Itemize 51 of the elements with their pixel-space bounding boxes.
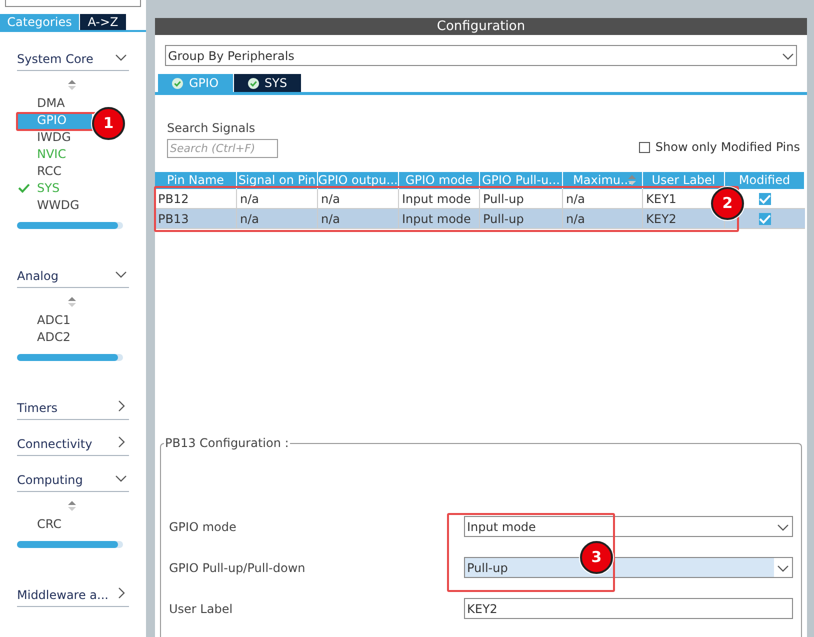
peripheral-item[interactable]: IWDG [17,129,92,146]
peripheral-item[interactable]: CRC [17,516,92,533]
category-header[interactable]: System Core [17,50,129,71]
peripheral-item[interactable]: RCC [17,163,92,180]
peripheral-item[interactable]: ADC2 [17,329,92,346]
panel-title: Configuration [155,18,807,35]
category-header[interactable]: Computing [17,471,129,492]
category-header[interactable]: Middleware a... [17,586,129,607]
category-title: Connectivity [17,436,92,453]
checkbox[interactable] [639,142,650,152]
category-header[interactable]: Timers [17,399,129,420]
peripheral-item[interactable]: ADC1 [17,312,92,329]
check-circle-icon [248,78,259,88]
category-title: System Core [17,51,94,68]
category-title: Middleware a... [17,587,108,604]
dropdown-field[interactable]: Input mode [464,516,793,537]
sort-arrows-icon[interactable] [68,296,76,308]
table-cell: KEY2 [643,209,725,228]
scrollbar[interactable] [17,222,123,229]
table-cell: n/a [318,209,399,228]
sort-arrows-icon[interactable] [68,500,76,512]
table-cell: Input mode [399,209,480,228]
show-modified-checkbox[interactable]: Show only Modified Pins [639,139,800,155]
check-icon [759,192,771,204]
category-title: Analog [17,268,58,285]
sidebar-tab[interactable]: A->Z [80,14,126,30]
sort-arrows-icon[interactable] [68,79,76,91]
group-box-title: PB13 Configuration : [164,436,290,450]
field-label: User Label [169,600,234,618]
search-field[interactable]: Search (Ctrl+F) [167,139,278,158]
category-header[interactable]: Connectivity [17,435,129,456]
category-header[interactable]: Analog [17,267,129,288]
check-circle-icon [172,78,183,88]
table-cell: PB13 [155,209,237,228]
group-by-dropdown[interactable]: Group By Peripherals [165,45,797,66]
config-tab[interactable]: SYS [234,74,302,92]
field-label: GPIO Pull-up/Pull-down [169,560,306,576]
category-title: Computing [17,472,83,489]
input-field[interactable]: KEY2 [464,598,793,619]
peripheral-item[interactable]: DMA [17,95,92,112]
scrollbar[interactable] [17,541,123,548]
category-title: Timers [17,400,58,417]
table-cell: n/a [237,209,318,228]
field-label: GPIO mode [169,518,238,536]
check-icon [759,212,771,224]
peripheral-item[interactable]: WWDG [17,197,92,214]
table-cell: Pull-up [480,209,563,228]
table-cell: n/a [563,209,643,228]
dropdown-value: Group By Peripherals [168,48,294,64]
search-label: Search Signals [167,120,256,135]
scrollbar[interactable] [17,354,123,361]
